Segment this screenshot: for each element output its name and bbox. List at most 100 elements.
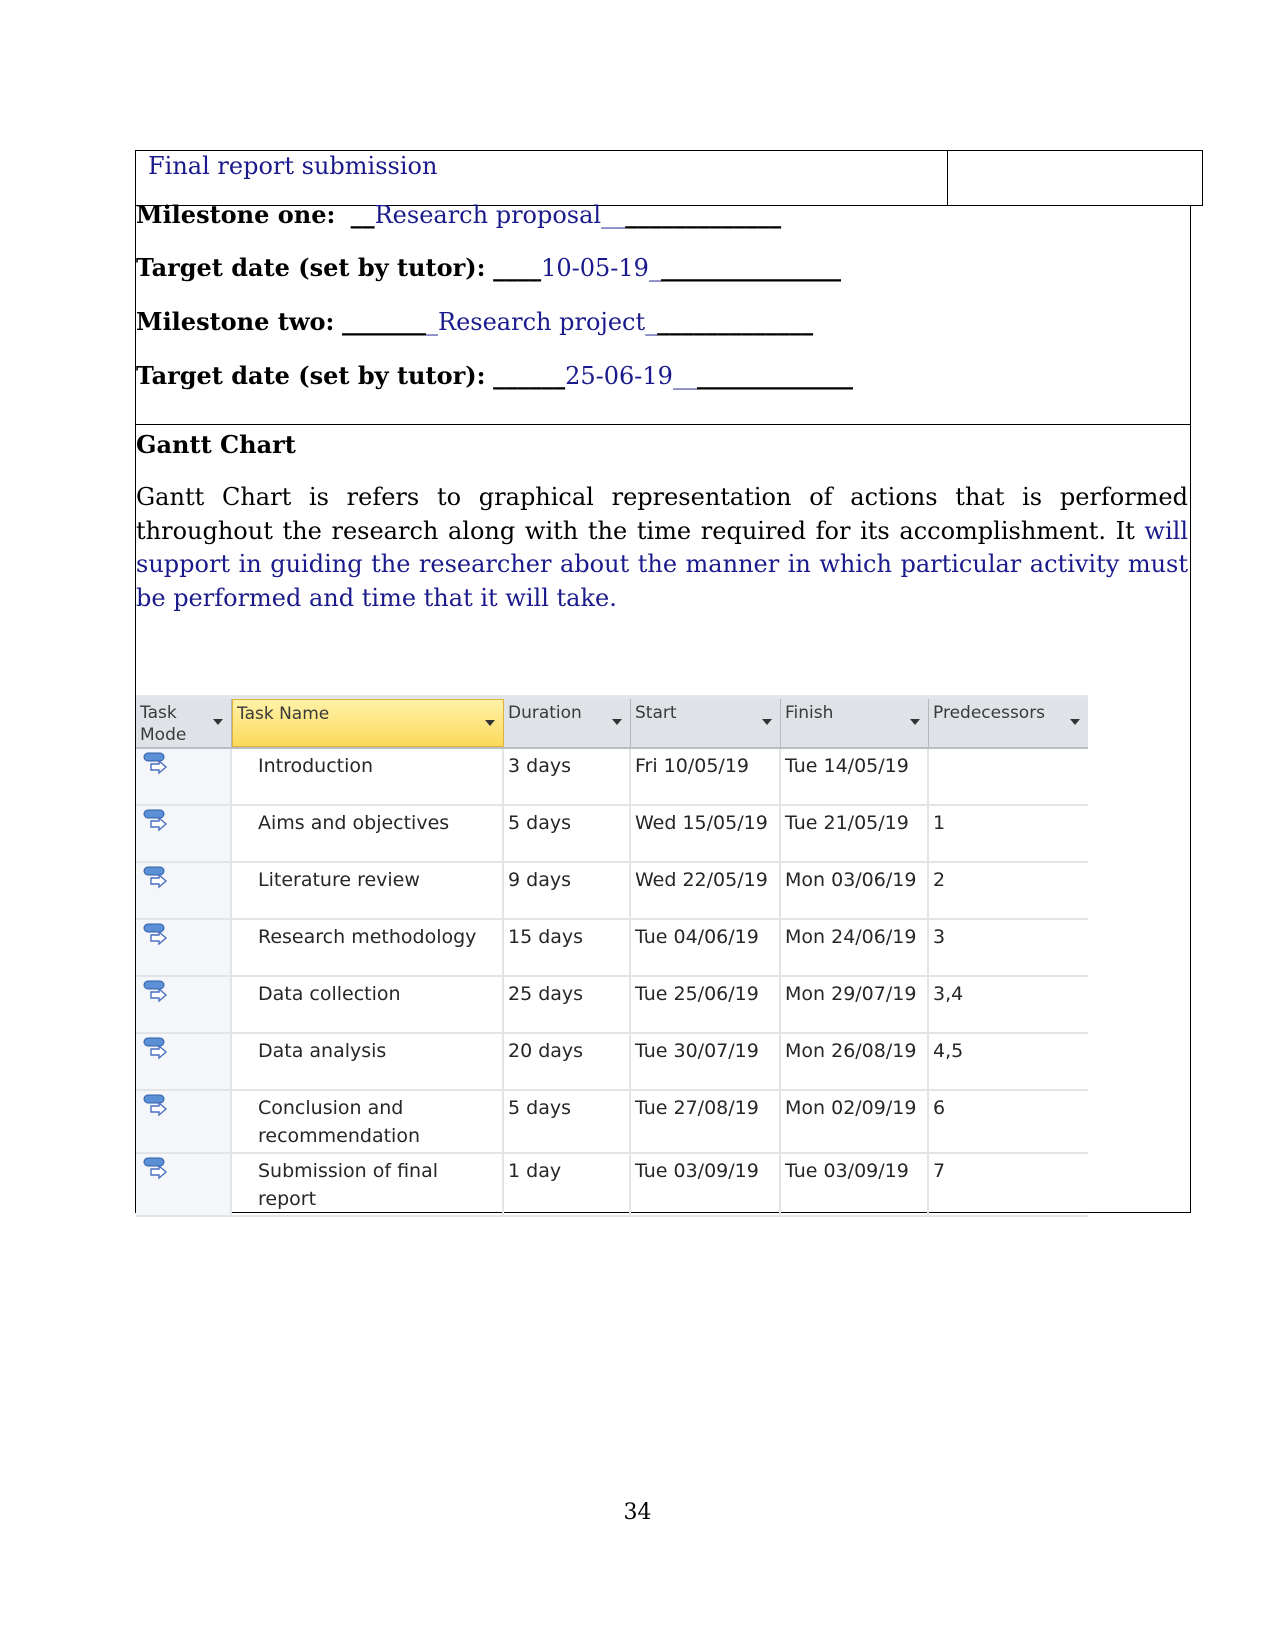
- dropdown-arrow-icon[interactable]: [213, 719, 223, 725]
- task-mode-cell[interactable]: [136, 920, 232, 975]
- blank: _____________: [696, 361, 853, 390]
- milestone-one-value: Research proposal: [374, 201, 602, 229]
- finish-cell[interactable]: Mon 26/08/19: [781, 1034, 929, 1089]
- predecessors-cell[interactable]: 1: [929, 806, 1088, 861]
- finish-cell[interactable]: Tue 21/05/19: [781, 806, 929, 861]
- predecessors-cell[interactable]: 3: [929, 920, 1088, 975]
- duration-cell[interactable]: 25 days: [504, 977, 631, 1032]
- dropdown-arrow-icon[interactable]: [485, 720, 495, 726]
- predecessors-cell[interactable]: 4,5: [929, 1034, 1088, 1089]
- table-row[interactable]: Introduction 3 days Fri 10/05/19 Tue 14/05/…: [136, 749, 1088, 806]
- table-row[interactable]: Literature review 9 days Wed 22/05/19 Mon 0…: [136, 863, 1088, 920]
- blank: _______________: [660, 253, 841, 282]
- empty-cell: [948, 151, 1202, 205]
- table-body: Introduction 3 days Fri 10/05/19 Tue 14/05/…: [136, 749, 1088, 1217]
- header-label: Finish: [785, 703, 834, 723]
- duration-cell[interactable]: 15 days: [504, 920, 631, 975]
- blank: ____: [493, 253, 542, 282]
- blank: __: [601, 201, 626, 229]
- task-mode-cell[interactable]: [136, 1034, 232, 1089]
- table-row[interactable]: Conclusion and recommendation 5 days Tue 2…: [136, 1091, 1088, 1154]
- header-task-mode[interactable]: Task Mode: [136, 699, 232, 747]
- blank: _____________: [625, 200, 782, 229]
- blank: ______: [493, 361, 566, 390]
- table-row[interactable]: Research methodology 15 days Tue 04/06/19 M…: [136, 920, 1088, 977]
- predecessors-cell[interactable]: 6: [929, 1091, 1088, 1152]
- header-start[interactable]: Start: [631, 699, 781, 747]
- target-date-one-label: Target date (set by tutor):: [136, 253, 486, 282]
- dropdown-arrow-icon[interactable]: [910, 719, 920, 725]
- blank: _: [648, 254, 661, 282]
- dropdown-arrow-icon[interactable]: [762, 719, 772, 725]
- task-mode-cell[interactable]: [136, 1154, 232, 1215]
- start-cell[interactable]: Tue 03/09/19: [631, 1154, 781, 1215]
- header-duration[interactable]: Duration: [504, 699, 631, 747]
- task-mode-cell[interactable]: [136, 863, 232, 918]
- milestone-one-label: Milestone one:: [136, 200, 336, 229]
- task-mode-cell[interactable]: [136, 806, 232, 861]
- start-cell[interactable]: Fri 10/05/19: [631, 749, 781, 804]
- start-cell[interactable]: Wed 22/05/19: [631, 863, 781, 918]
- task-name-cell[interactable]: Aims and objectives: [232, 806, 504, 861]
- finish-cell[interactable]: Mon 24/06/19: [781, 920, 929, 975]
- task-name-cell[interactable]: Data collection: [232, 977, 504, 1032]
- task-mode-cell[interactable]: [136, 977, 232, 1032]
- table-row[interactable]: Data collection 25 days Tue 25/06/19 Mon 29…: [136, 977, 1088, 1034]
- table-header-row: Task Mode Task Name Duration Start Finis…: [136, 699, 1088, 749]
- duration-cell[interactable]: 5 days: [504, 1091, 631, 1152]
- blank: _____________: [657, 307, 814, 336]
- milestone-two-label: Milestone two:: [136, 307, 335, 336]
- target-date-two-label: Target date (set by tutor):: [136, 361, 486, 390]
- task-name-cell[interactable]: Conclusion and recommendation: [232, 1091, 504, 1152]
- blank: __: [672, 362, 697, 390]
- milestone-two-value: _Research project: [426, 308, 646, 336]
- gantt-chart-heading: Gantt Chart: [136, 430, 296, 459]
- start-cell[interactable]: Tue 25/06/19: [631, 977, 781, 1032]
- description-text: Gantt Chart is refers to graphical repre…: [136, 483, 1188, 545]
- finish-cell[interactable]: Mon 02/09/19: [781, 1091, 929, 1152]
- header-label: Task Name: [237, 704, 330, 724]
- header-label: Predecessors: [933, 703, 1046, 723]
- final-report-row: Final report submission: [135, 150, 1203, 206]
- task-mode-cell[interactable]: [136, 749, 232, 804]
- dropdown-arrow-icon[interactable]: [612, 719, 622, 725]
- table-row[interactable]: Submission of final report 1 day Tue 03/09…: [136, 1154, 1088, 1217]
- header-label: Task Mode: [140, 703, 187, 745]
- task-name-cell[interactable]: Submission of final report: [232, 1154, 504, 1215]
- milestones-section: Milestone one: __Research proposal______…: [136, 200, 1190, 425]
- duration-cell[interactable]: 20 days: [504, 1034, 631, 1089]
- predecessors-cell[interactable]: 7: [929, 1154, 1088, 1215]
- finish-cell[interactable]: Tue 14/05/19: [781, 749, 929, 804]
- task-name-cell[interactable]: Data analysis: [232, 1034, 504, 1089]
- predecessors-cell[interactable]: [929, 749, 1088, 804]
- duration-cell[interactable]: 9 days: [504, 863, 631, 918]
- gantt-description: Gantt Chart is refers to graphical repre…: [136, 481, 1188, 615]
- task-name-cell[interactable]: Introduction: [232, 749, 504, 804]
- start-cell[interactable]: Tue 04/06/19: [631, 920, 781, 975]
- header-finish[interactable]: Finish: [781, 699, 929, 747]
- blank: _______: [342, 307, 427, 336]
- header-task-name[interactable]: Task Name: [232, 699, 504, 747]
- task-name-cell[interactable]: Research methodology: [232, 920, 504, 975]
- task-name-cell[interactable]: Literature review: [232, 863, 504, 918]
- duration-cell[interactable]: 5 days: [504, 806, 631, 861]
- target-date-one: Target date (set by tutor): ____10-05-19…: [136, 253, 841, 283]
- start-cell[interactable]: Tue 27/08/19: [631, 1091, 781, 1152]
- duration-cell[interactable]: 3 days: [504, 749, 631, 804]
- header-label: Duration: [508, 703, 582, 723]
- predecessors-cell[interactable]: 2: [929, 863, 1088, 918]
- predecessors-cell[interactable]: 3,4: [929, 977, 1088, 1032]
- table-row[interactable]: Data analysis 20 days Tue 30/07/19 Mon 26/0…: [136, 1034, 1088, 1091]
- finish-cell[interactable]: Tue 03/09/19: [781, 1154, 929, 1215]
- header-predecessors[interactable]: Predecessors: [929, 699, 1088, 747]
- table-row[interactable]: Aims and objectives 5 days Wed 15/05/19 Tue…: [136, 806, 1088, 863]
- finish-cell[interactable]: Mon 29/07/19: [781, 977, 929, 1032]
- finish-cell[interactable]: Mon 03/06/19: [781, 863, 929, 918]
- duration-cell[interactable]: 1 day: [504, 1154, 631, 1215]
- target-date-two: Target date (set by tutor): ______25-06-…: [136, 361, 853, 391]
- start-cell[interactable]: Wed 15/05/19: [631, 806, 781, 861]
- header-label: Start: [635, 703, 677, 723]
- dropdown-arrow-icon[interactable]: [1070, 719, 1080, 725]
- start-cell[interactable]: Tue 30/07/19: [631, 1034, 781, 1089]
- task-mode-cell[interactable]: [136, 1091, 232, 1152]
